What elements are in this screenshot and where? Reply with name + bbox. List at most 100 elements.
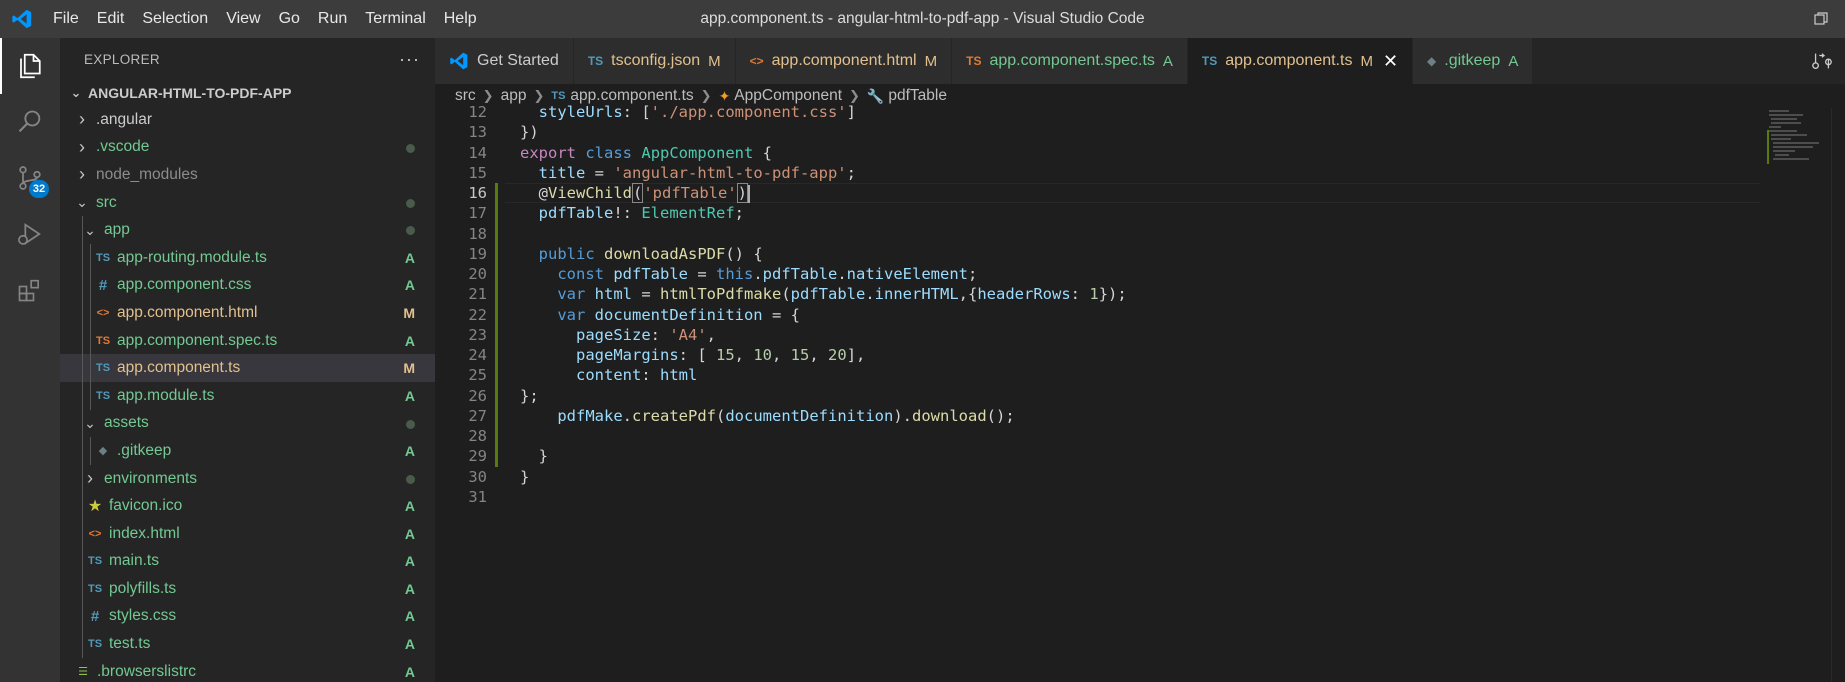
tree-file[interactable]: ★ favicon.ico A: [60, 492, 435, 520]
code-line[interactable]: 28: [435, 426, 1785, 446]
tree-folder[interactable]: › .vscode: [60, 134, 435, 162]
code-line[interactable]: 29 }: [435, 446, 1785, 466]
git-status-badge: A: [404, 277, 415, 294]
git-status-badge: A: [404, 553, 415, 570]
source-control-icon[interactable]: 32: [0, 150, 60, 206]
tree-item-label: app: [104, 221, 130, 239]
code-token: html: [660, 366, 698, 385]
tree-folder[interactable]: › environments: [60, 464, 435, 493]
code-line[interactable]: 24 pageMargins: [ 15, 10, 15, 20],: [435, 345, 1785, 365]
tab-app-component-ts[interactable]: TS app.component.ts M ✕: [1187, 38, 1414, 84]
code-token: 1: [1089, 285, 1099, 304]
title-bar: File Edit Selection View Go Run Terminal Help a…: [0, 0, 1845, 38]
indent-guide: [82, 464, 83, 493]
tree-item-label: .vscode: [96, 138, 150, 156]
code-line[interactable]: 17 pdfTable!: ElementRef;: [435, 203, 1785, 223]
code-line[interactable]: 16 @ViewChild('pdfTable'): [435, 183, 1785, 203]
menu-edit[interactable]: Edit: [88, 0, 134, 38]
code-line[interactable]: 25 content: html: [435, 365, 1785, 385]
tree-folder[interactable]: › node_modules: [60, 161, 435, 189]
code-line[interactable]: 18: [435, 224, 1785, 244]
menu-help[interactable]: Help: [435, 0, 486, 38]
code-token: class: [585, 143, 633, 162]
code-token: : [: [622, 103, 651, 121]
menu-go[interactable]: Go: [270, 0, 309, 38]
tab-Get Started[interactable]: Get Started: [435, 38, 574, 84]
menu-run[interactable]: Run: [309, 0, 356, 38]
code-token: pdfTable: [613, 265, 688, 283]
more-actions-icon[interactable]: ···: [399, 49, 420, 70]
menu-selection[interactable]: Selection: [133, 0, 217, 38]
restore-window-button[interactable]: [1797, 0, 1845, 38]
tree-file[interactable]: ◆ .gitkeep A: [60, 437, 435, 465]
tree-file[interactable]: TS main.ts A: [60, 547, 435, 576]
open-changes-icon[interactable]: [1811, 50, 1833, 76]
code-text: export class AppComponent {: [520, 143, 772, 163]
chevron-right-icon: ›: [79, 109, 85, 130]
code-token: var: [557, 285, 586, 304]
tree-file[interactable]: ☰ .browserslistrc A: [60, 658, 435, 682]
indent-guide: [82, 437, 83, 465]
code-line[interactable]: 14 export class AppComponent {: [435, 143, 1785, 163]
tab-app-component-html[interactable]: <> app.component.html M: [735, 38, 953, 84]
run-debug-icon[interactable]: [0, 206, 60, 262]
code-editor[interactable]: 12 styleUrls: ['./app.component.css'] 13}…: [435, 103, 1845, 682]
extensions-icon[interactable]: [0, 262, 60, 318]
code-token: :: [1070, 285, 1090, 304]
tab-tsconfig-json[interactable]: TS tsconfig.json M: [573, 38, 736, 84]
indent-guide: [82, 409, 83, 438]
tree-folder[interactable]: ⌄ app: [60, 216, 435, 244]
code-token: styleUrls: [538, 103, 623, 121]
tree-file[interactable]: # styles.css A: [60, 602, 435, 631]
code-line[interactable]: 15 title = 'angular-html-to-pdf-app';: [435, 163, 1785, 183]
code-line[interactable]: 26};: [435, 386, 1785, 406]
indent-guide: [82, 602, 83, 631]
explorer-icon[interactable]: [0, 38, 60, 94]
tree-file[interactable]: # app.component.css A: [60, 271, 435, 300]
code-line[interactable]: 19 public downloadAsPDF() {: [435, 244, 1785, 264]
tab-app-component-spec-ts[interactable]: TS app.component.spec.ts A: [952, 38, 1188, 84]
git-status-badge: A: [404, 636, 415, 653]
tab-git-status: M: [924, 52, 938, 70]
code-line[interactable]: 12 styleUrls: ['./app.component.css']: [435, 102, 1785, 122]
chevron-down-icon: ⌄: [84, 414, 96, 431]
code-token: const: [557, 265, 604, 283]
code-token: =: [632, 285, 660, 304]
workspace-folder-header[interactable]: ⌄ ANGULAR-HTML-TO-PDF-APP: [60, 80, 435, 106]
editor-scrollbar[interactable]: [1831, 108, 1845, 682]
code-line[interactable]: 30}: [435, 467, 1785, 487]
menu-file[interactable]: File: [44, 0, 88, 38]
code-line[interactable]: 22 var documentDefinition = {: [435, 305, 1785, 325]
close-tab-icon[interactable]: ✕: [1383, 51, 1398, 72]
git-status-badge: A: [404, 580, 415, 597]
tree-folder[interactable]: ⌄ src: [60, 189, 435, 217]
tab-label: Get Started: [477, 52, 559, 69]
code-token: ;: [734, 204, 744, 223]
tree-file[interactable]: TS app.component.ts M: [60, 354, 435, 382]
code-line[interactable]: 31: [435, 487, 1785, 507]
tree-item-label: styles.css: [109, 607, 177, 625]
tree-folder[interactable]: › .angular: [60, 106, 435, 134]
search-icon[interactable]: [0, 94, 60, 150]
tree-file[interactable]: <> app.component.html M: [60, 299, 435, 327]
code-line[interactable]: 20 const pdfTable = this.pdfTable.native…: [435, 264, 1785, 284]
tree-file[interactable]: TS app.component.spec.ts A: [60, 326, 435, 355]
code-line[interactable]: 27 pdfMake.createPdf(documentDefinition)…: [435, 406, 1785, 426]
code-token: ();: [986, 406, 1015, 425]
typescript-file-icon: TS: [95, 362, 111, 375]
code-token: innerHTML: [874, 285, 959, 304]
tree-file[interactable]: TS polyfills.ts A: [60, 575, 435, 603]
tree-file[interactable]: <> index.html A: [60, 519, 435, 548]
tree-file[interactable]: TS test.ts A: [60, 630, 435, 658]
tree-file[interactable]: TS app.module.ts A: [60, 381, 435, 410]
code-line[interactable]: 23 pageSize: 'A4',: [435, 325, 1785, 345]
tree-folder[interactable]: ⌄ assets: [60, 409, 435, 438]
menu-terminal[interactable]: Terminal: [356, 0, 434, 38]
code-line[interactable]: 21 var html = htmlToPdfmake(pdfTable.inn…: [435, 284, 1785, 304]
code-line[interactable]: 13}): [435, 122, 1785, 142]
tab-gitkeep[interactable]: ◆ .gitkeep A: [1413, 38, 1534, 84]
code-token: downloadAsPDF: [604, 244, 726, 263]
tree-file[interactable]: TS app-routing.module.ts A: [60, 243, 435, 272]
menu-view[interactable]: View: [217, 0, 269, 38]
